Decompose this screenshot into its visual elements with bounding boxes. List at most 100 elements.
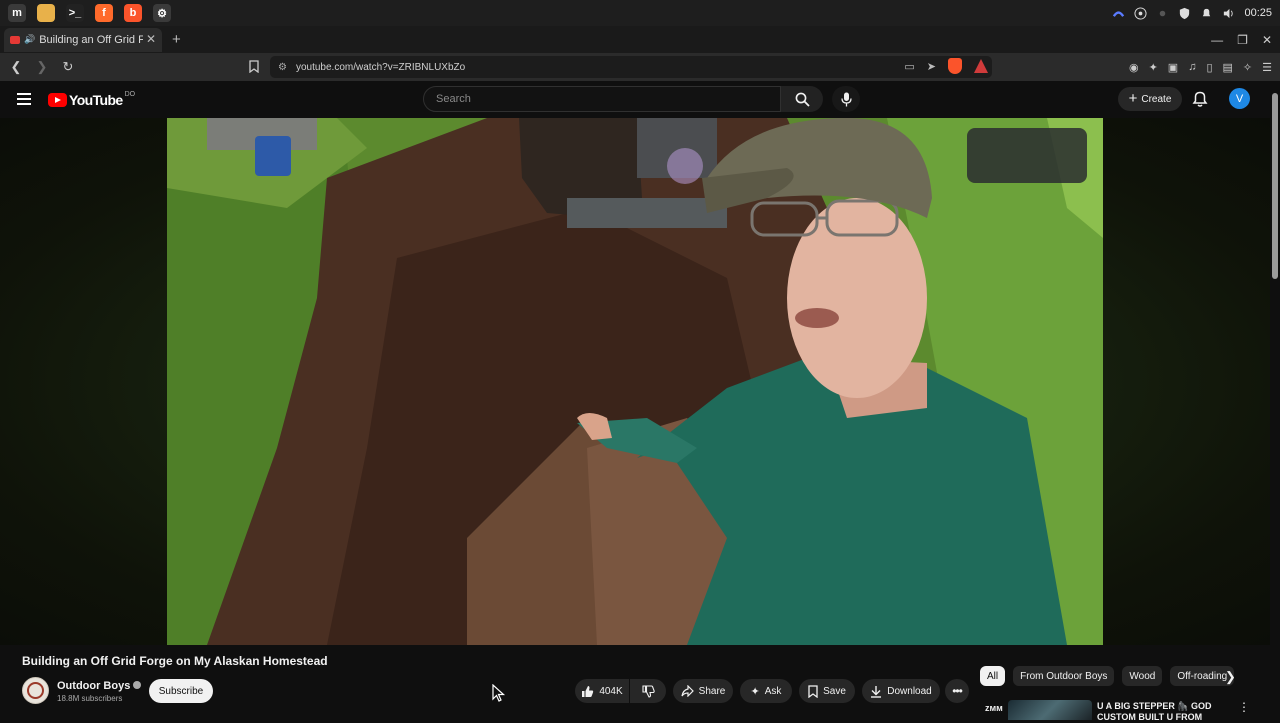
sparkle-icon: ✦ <box>750 685 760 698</box>
close-window-icon[interactable]: ✕ <box>1262 33 1272 47</box>
subscribe-button[interactable]: Subscribe <box>149 679 213 703</box>
new-tab-button[interactable]: + <box>172 31 181 48</box>
notifications-icon[interactable] <box>1192 90 1208 108</box>
leo-icon[interactable]: ✧ <box>1243 61 1252 74</box>
minimize-icon[interactable]: — <box>1211 33 1223 47</box>
taskbar-app-settings[interactable]: ⚙ <box>150 2 174 24</box>
shield-icon[interactable] <box>1178 7 1191 20</box>
filter-chip[interactable]: All <box>980 666 1006 686</box>
linux-mint-menu-icon: m <box>8 4 26 22</box>
share-label: Share <box>698 685 726 697</box>
dislike-button[interactable] <box>630 679 666 703</box>
window-controls: — ❐ ✕ <box>1211 26 1272 53</box>
extensions-icon[interactable]: ✦ <box>1149 61 1158 74</box>
filter-chip[interactable]: Wood <box>1122 666 1163 686</box>
chips-next-arrow-icon[interactable]: ❯ <box>1225 669 1236 685</box>
ai-assistant-icon[interactable]: ◉ <box>1129 61 1139 74</box>
verified-check-icon <box>133 681 142 690</box>
taskbar-app-files[interactable] <box>34 2 58 24</box>
microphone-icon <box>840 92 852 106</box>
settings-icon: ⚙ <box>153 4 171 22</box>
channel-avatar[interactable] <box>22 677 49 704</box>
hamburger-menu-icon[interactable] <box>17 93 31 105</box>
wallet-icon[interactable]: ▤ <box>1223 61 1233 74</box>
screenshot-icon[interactable]: ▣ <box>1168 61 1178 74</box>
main-menu-icon[interactable]: ☰ <box>1262 61 1272 74</box>
media-controls-icon[interactable]: ♫ <box>1188 61 1196 73</box>
restore-icon[interactable]: ❐ <box>1237 33 1248 47</box>
site-info-icon[interactable]: ⚙ <box>278 62 287 73</box>
taskbar-app-linux-mint-menu[interactable]: m <box>5 2 29 24</box>
brave-icon: b <box>124 4 142 22</box>
search-input[interactable]: Search <box>423 86 781 112</box>
taskbar-app-terminal[interactable]: >_ <box>63 2 87 24</box>
account-avatar[interactable]: V <box>1229 88 1250 109</box>
recommendation-channel-badge: ᴢᴍᴍ <box>985 703 1003 713</box>
share-arrow-icon <box>681 685 694 697</box>
search-button[interactable] <box>781 86 823 112</box>
cast-icon[interactable]: ▭ <box>904 60 914 73</box>
system-tray: 00:25 <box>1112 0 1272 26</box>
ask-label: Ask <box>764 685 782 697</box>
video-title: Building an Off Grid Forge on My Alaskan… <box>22 654 328 668</box>
send-to-device-icon[interactable]: ➤ <box>927 60 936 73</box>
close-tab-icon[interactable]: ✕ <box>146 32 156 46</box>
more-actions-button[interactable]: ••• <box>945 679 969 703</box>
save-button[interactable]: Save <box>799 679 855 703</box>
address-bar[interactable]: ⚙ youtube.com/watch?v=ZRIBNLUXbZo ▭ ➤ <box>270 56 992 78</box>
taskbar-app-firefox[interactable]: f <box>92 2 116 24</box>
save-label: Save <box>823 685 846 697</box>
filter-chip[interactable]: From Outdoor Boys <box>1013 666 1115 686</box>
youtube-logo-text: YouTube <box>69 92 123 108</box>
volume-icon[interactable] <box>1222 7 1235 20</box>
recommendation-thumbnail[interactable] <box>1008 700 1092 720</box>
clock[interactable]: 00:25 <box>1244 7 1272 19</box>
bookmark-icon[interactable] <box>249 60 259 73</box>
save-bookmark-icon <box>808 684 818 698</box>
brave-rewards-icon[interactable] <box>974 59 988 73</box>
subscriber-count: 18.8M subscribers <box>57 694 123 703</box>
audio-playing-icon[interactable]: 🔊 <box>24 34 35 45</box>
ask-button[interactable]: ✦ Ask <box>740 679 792 703</box>
forward-arrow-icon[interactable]: ❯ <box>32 57 52 77</box>
url-text: youtube.com/watch?v=ZRIBNLUXbZo <box>295 61 466 73</box>
channel-name: Outdoor Boys <box>57 680 131 692</box>
page-scrollbar[interactable] <box>1270 81 1280 720</box>
taskbar-apps: m >_ f b ⚙ <box>0 2 174 24</box>
taskbar-app-brave[interactable]: b <box>121 2 145 24</box>
os-taskbar: m >_ f b ⚙ 00:25 <box>0 0 1280 26</box>
firefox-icon: f <box>95 4 113 22</box>
related-filter-chips: All From Outdoor Boys Wood Off-roading <box>980 666 1250 688</box>
video-player[interactable] <box>167 118 1103 645</box>
obs-icon[interactable] <box>1134 6 1148 20</box>
browser-tab-strip: 🔊 Building an Off Grid Forge ✕ + — ❐ ✕ <box>0 26 1280 53</box>
recommendation-menu-icon[interactable]: ⋮ <box>1238 700 1250 714</box>
brave-shields-icon[interactable] <box>948 58 962 74</box>
browser-tab-active[interactable]: 🔊 Building an Off Grid Forge ✕ <box>4 27 162 52</box>
youtube-play-logo-icon <box>48 93 67 107</box>
scrollbar-thumb[interactable] <box>1272 93 1278 279</box>
browser-toolbar: ❮ ❯ ↻ ⚙ youtube.com/watch?v=ZRIBNLUXbZo … <box>0 53 1280 81</box>
youtube-header: YouTube DO Search + Create V <box>0 81 1280 118</box>
voice-search-button[interactable] <box>832 86 860 112</box>
cloud-sync-icon[interactable] <box>1112 7 1125 20</box>
download-icon <box>871 685 882 698</box>
channel-name-link[interactable]: Outdoor Boys <box>57 680 142 692</box>
share-button[interactable]: Share <box>673 679 733 703</box>
channel-logo-icon <box>27 682 44 699</box>
create-label: Create <box>1141 93 1172 105</box>
like-button[interactable]: 404K <box>575 679 629 703</box>
back-arrow-icon[interactable]: ❮ <box>6 57 26 77</box>
like-count: 404K <box>599 685 623 697</box>
reload-icon[interactable]: ↻ <box>58 57 78 77</box>
country-code: DO <box>124 90 136 98</box>
download-label: Download <box>887 685 932 697</box>
youtube-logo[interactable]: YouTube DO <box>48 90 136 108</box>
download-button[interactable]: Download <box>862 679 940 703</box>
terminal-icon: >_ <box>66 4 84 22</box>
create-button[interactable]: + Create <box>1118 87 1182 111</box>
record-indicator-icon <box>1160 10 1166 16</box>
files-icon <box>37 4 55 22</box>
notification-bell-icon[interactable] <box>1200 7 1213 20</box>
sidebar-toggle-icon[interactable]: ▯ <box>1206 61 1212 74</box>
